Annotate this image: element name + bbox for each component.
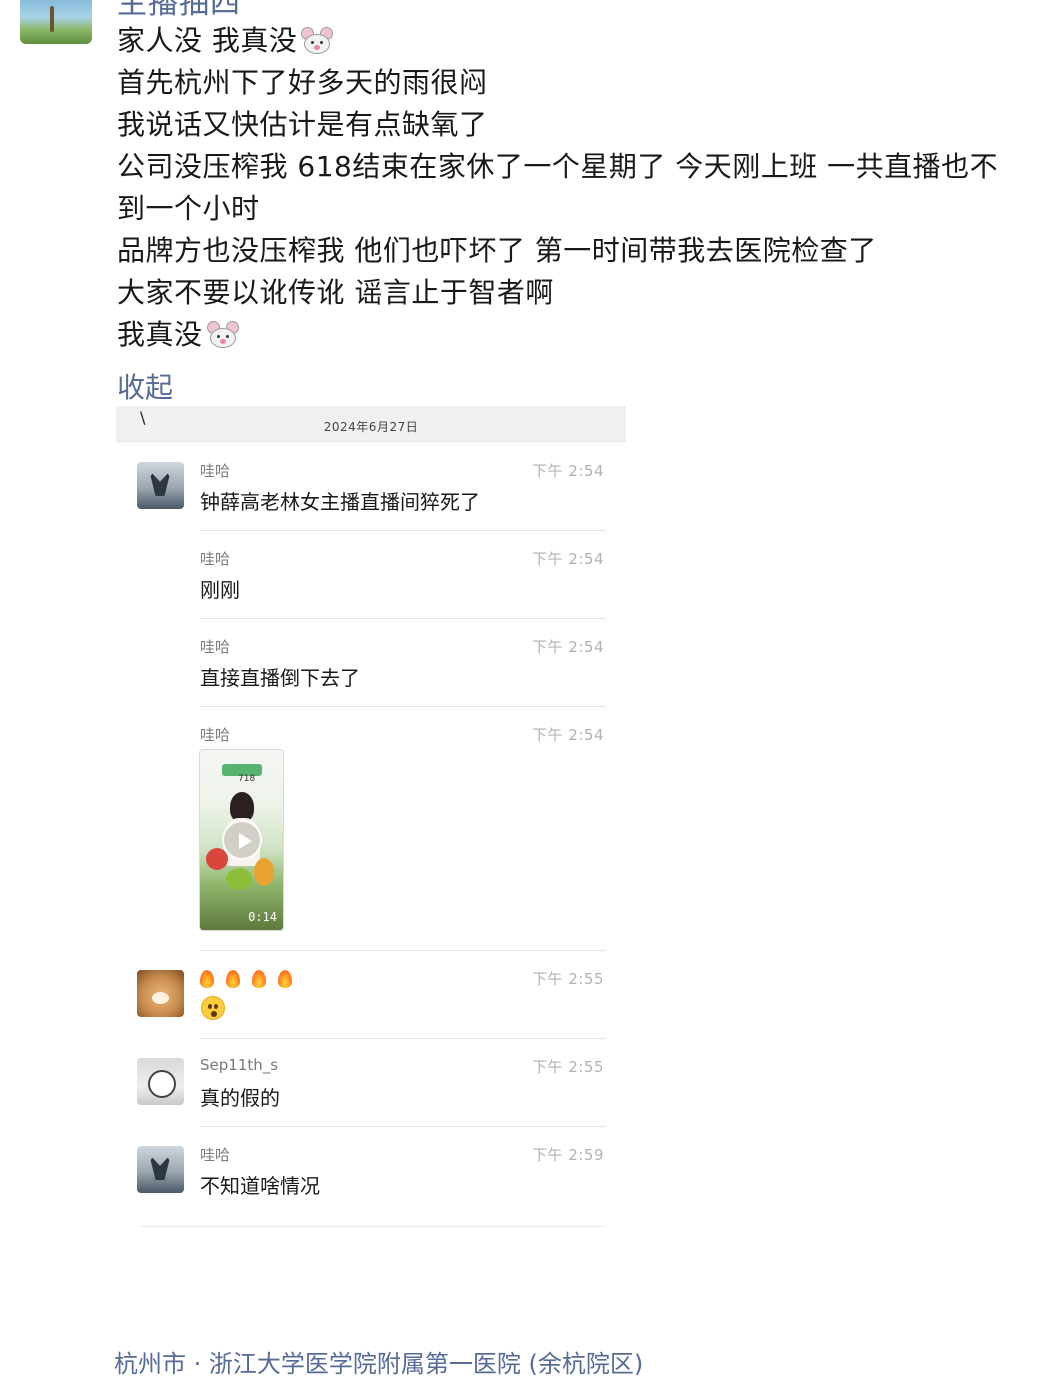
collapse-link[interactable]: 收起 (117, 366, 173, 406)
dog-avatar (137, 970, 184, 1017)
whale-avatar (137, 1146, 184, 1193)
shocked-face-icon (201, 996, 225, 1020)
divider (200, 1038, 606, 1039)
author-avatar[interactable] (20, 0, 92, 44)
video-thumbnail[interactable]: 718 0:14 (199, 749, 284, 931)
chat-text: 钟薛高老林女主播直播间猝死了 (200, 490, 480, 514)
divider (200, 618, 606, 619)
chat-time: 下午 2:54 (532, 638, 604, 656)
chat-message: Sep11th_s 下午 2:55 真的假的 (116, 1052, 626, 1132)
video-tag: 718 (238, 774, 256, 784)
post-line: 我真没 (117, 314, 1017, 356)
chat-message: 哇哈 下午 2:54 直接直播倒下去了 (116, 632, 626, 712)
chat-message: 哇哈 下午 2:54 钟薛高老林女主播直播间猝死了 (116, 456, 626, 536)
chat-time: 下午 2:54 (532, 462, 604, 480)
play-icon[interactable] (222, 820, 262, 860)
chat-text: 不知道啥情况 (200, 1174, 320, 1198)
fire-icon (226, 970, 240, 988)
post-line: 大家不要以讹传讹 谣言止于智者啊 (117, 276, 554, 309)
divider (200, 706, 606, 707)
post-text: 家人没 我真没 首先杭州下了好多天的雨很闷 我说话又快估计是有点缺氧了 公司没压… (117, 20, 1017, 356)
chat-time: 下午 2:59 (532, 1146, 604, 1164)
divider (200, 1126, 606, 1127)
post-line: 我说话又快估计是有点缺氧了 (117, 108, 488, 141)
post-line: 品牌方也没压榨我 他们也吓坏了 第一时间带我去医院检查了 (117, 234, 877, 267)
fruit-shape (226, 868, 252, 890)
post-line: 到一个小时 (117, 192, 260, 225)
chat-message: 下午 2:55 (116, 964, 626, 1044)
fire-icon (278, 970, 292, 988)
post-line-text: 我真没 (117, 318, 203, 351)
author-name[interactable]: 主播抽四 (117, 0, 241, 22)
chat-sender: 哇哈 (200, 550, 231, 568)
chat-message: 哇哈 下午 2:54 刚刚 (116, 544, 626, 624)
chat-sender: 哇哈 (200, 1146, 231, 1164)
divider (140, 1226, 606, 1227)
chat-time: 下午 2:54 (532, 550, 604, 568)
chat-screenshot-image[interactable]: \ 2024年6月27日 哇哈 下午 2:54 钟薛高老林女主播直播间猝死了 哇… (116, 406, 626, 1236)
chat-sender: 哇哈 (200, 638, 231, 656)
whale-avatar (137, 462, 184, 509)
chat-text: 刚刚 (200, 578, 240, 602)
fruit-shape (254, 858, 274, 886)
chat-time: 下午 2:55 (532, 970, 604, 988)
mouse-face-icon (301, 26, 334, 54)
post-line: 首先杭州下了好多天的雨很闷 (117, 66, 488, 99)
moments-post-page: 主播抽四 家人没 我真没 首先杭州下了好多天的雨很闷 我说话又快估计是有点缺氧了… (0, 0, 1048, 1383)
fire-icon (252, 970, 266, 988)
video-duration: 0:14 (248, 910, 277, 924)
fire-icon (200, 970, 214, 988)
chat-header: \ 2024年6月27日 (116, 406, 626, 442)
post-line: 公司没压榨我 618结束在家休了一个星期了 今天刚上班 一共直播也不 (117, 150, 999, 183)
chat-date: 2024年6月27日 (323, 420, 419, 434)
chat-message: 哇哈 下午 2:54 718 0:14 (116, 720, 626, 952)
chat-sender: 哇哈 (200, 462, 231, 480)
emoji-row (200, 970, 304, 991)
post-line: 家人没 我真没 (117, 20, 1017, 62)
cat-avatar (137, 1058, 184, 1105)
chat-message: 哇哈 下午 2:59 不知道啥情况 (116, 1140, 626, 1220)
divider (200, 950, 606, 951)
chat-sender: Sep11th_s (200, 1056, 279, 1074)
chat-text: 真的假的 (200, 1086, 280, 1110)
chat-sender: 哇哈 (200, 726, 231, 744)
post-line-text: 家人没 我真没 (117, 24, 298, 57)
mouse-face-icon (206, 320, 239, 348)
chat-time: 下午 2:55 (532, 1058, 604, 1076)
chat-text: 直接直播倒下去了 (200, 666, 360, 690)
location-link[interactable]: 杭州市 · 浙江大学医学院附属第一医院 (余杭院区) (114, 1344, 643, 1379)
divider (200, 530, 606, 531)
chat-time: 下午 2:54 (532, 726, 604, 744)
